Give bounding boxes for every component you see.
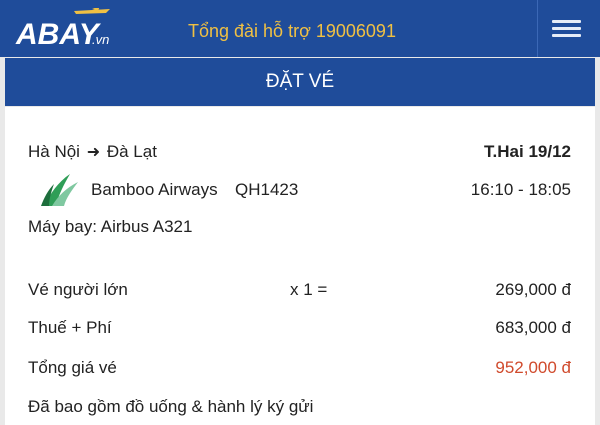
- abay-logo[interactable]: ABAY .vn: [14, 8, 114, 50]
- adult-quantity: x 1 =: [290, 280, 328, 299]
- menu-button[interactable]: [537, 0, 600, 57]
- destination: Đà Lạt: [106, 142, 157, 161]
- origin: Hà Nội: [28, 142, 80, 161]
- logo-suffix: .vn: [92, 32, 109, 47]
- arrow-right-icon: ➜: [86, 144, 101, 161]
- page-title: ĐẶT VÉ: [5, 58, 595, 106]
- route: Hà Nội ➜ Đà Lạt: [28, 142, 157, 162]
- adult-fare-label: Vé người lớn: [28, 280, 128, 299]
- flight-number: QH1423: [235, 180, 299, 199]
- airline-name: Bamboo Airways: [91, 180, 218, 199]
- adult-fare-price: 269,000 đ: [495, 280, 571, 299]
- bamboo-airways-logo: [41, 174, 78, 206]
- total-price: 952,000 đ: [495, 358, 571, 377]
- flight-time: 16:10 - 18:05: [470, 180, 571, 199]
- included-note: Đã bao gồm đồ uống & hành lý ký gửi: [28, 397, 314, 416]
- tax-fee-price: 683,000 đ: [495, 318, 571, 337]
- hotline-text[interactable]: Tổng đài hỗ trợ 19006091: [188, 21, 396, 42]
- total-label: Tổng giá vé: [28, 358, 117, 377]
- booking-card: Hà Nội ➜ Đà Lạt T.Hai 19/12 Bamboo Airwa…: [5, 107, 595, 425]
- flight-date: T.Hai 19/12: [484, 142, 571, 161]
- logo-text: ABAY: [15, 18, 102, 50]
- aircraft-type: Máy bay: Airbus A321: [28, 217, 193, 236]
- tax-fee-label: Thuế + Phí: [28, 318, 112, 337]
- top-bar: ABAY .vn Tổng đài hỗ trợ 19006091: [0, 0, 600, 57]
